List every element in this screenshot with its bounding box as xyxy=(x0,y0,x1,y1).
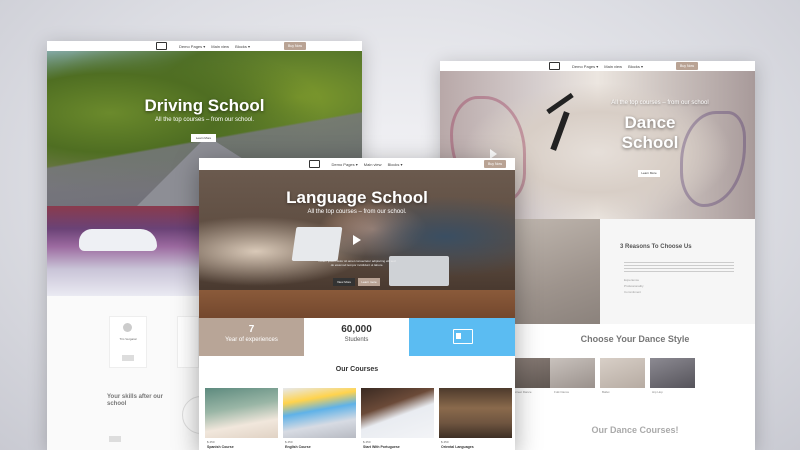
course-card-image[interactable] xyxy=(361,388,434,438)
language-subtitle: All the top courses – from our school. xyxy=(307,209,407,215)
reason-item: Commitment xyxy=(624,290,642,294)
stat-label: Students xyxy=(344,337,369,343)
nav-item-main-view[interactable]: Main view xyxy=(211,44,229,49)
instructor-card-2[interactable] xyxy=(177,316,199,368)
style-thumb[interactable] xyxy=(650,358,695,388)
style-label: Ballet xyxy=(602,390,610,394)
stat-label: Year of experiences xyxy=(225,337,278,343)
buy-now-button[interactable]: Buy Now xyxy=(484,160,507,168)
dance-courses-title: Our Dance Courses! xyxy=(591,425,679,435)
course-price: $ 450 xyxy=(285,440,293,444)
skills-title: Your skills after our school xyxy=(107,394,163,407)
instructor-name: Tim Vergaral xyxy=(119,337,137,341)
course-price: $ 450 xyxy=(363,440,371,444)
book-logo-icon xyxy=(308,160,320,168)
stat-students: 60,000 Students xyxy=(304,318,409,356)
course-name[interactable]: Oriental Languages xyxy=(441,445,474,449)
driving-learn-more-button[interactable]: Learn More xyxy=(191,134,216,142)
play-icon[interactable] xyxy=(353,235,361,245)
skills-button[interactable] xyxy=(109,436,121,442)
reasons-title: 3 Reasons To Choose Us xyxy=(620,244,692,250)
buy-now-button[interactable]: Buy Now xyxy=(284,42,307,50)
language-school-preview[interactable]: Demo Pages ▾ Main view Blocks ▾ Buy Now … xyxy=(199,158,515,450)
nav-item-main-view[interactable]: Main view xyxy=(364,162,382,167)
dance-tagline: All the top courses – from our school xyxy=(611,100,709,106)
course-name[interactable]: Spanish Course xyxy=(207,445,234,449)
id-card-icon xyxy=(453,329,473,344)
course-card-image[interactable] xyxy=(283,388,356,438)
nav-item-blocks[interactable]: Blocks ▾ xyxy=(235,44,250,49)
dance-learn-more-button[interactable]: Learn More xyxy=(638,170,660,177)
book-logo-icon xyxy=(549,62,561,70)
style-label: Folk Dance xyxy=(554,390,570,394)
style-label: Hip Hop xyxy=(652,390,663,394)
driving-subtitle: All the top courses – from our school. xyxy=(154,117,255,123)
style-label: Street Dance xyxy=(514,390,532,394)
view-more-button[interactable]: View More xyxy=(333,278,355,286)
reason-item: Professionality xyxy=(624,284,644,288)
laptop-shape xyxy=(389,256,449,286)
car-shape xyxy=(79,229,157,251)
dancer-silhouette xyxy=(545,92,575,171)
language-title: Language School xyxy=(286,188,428,207)
course-price: $ 450 xyxy=(207,440,215,444)
reasons-section: 3 Reasons To Choose Us Experience Profes… xyxy=(600,219,755,324)
reason-item: Experience xyxy=(624,278,640,282)
nav-item-demo-pages[interactable]: Demo Pages ▾ xyxy=(332,162,358,167)
stat-number: 7 xyxy=(248,324,255,335)
style-thumb[interactable] xyxy=(550,358,595,388)
driving-title: Driving School xyxy=(144,96,265,115)
nav-item-demo-pages[interactable]: Demo Pages ▾ xyxy=(572,64,598,69)
learn-more-button[interactable]: Learn more xyxy=(358,278,380,286)
course-card-image[interactable] xyxy=(439,388,512,438)
language-description: Lorem ipsum dolor sit amet consectetur a… xyxy=(318,259,396,267)
nav-item-demo-pages[interactable]: Demo Pages ▾ xyxy=(179,44,205,49)
stat-certificate xyxy=(409,318,515,356)
courses-title: Our Courses xyxy=(335,366,379,373)
instructor-button[interactable] xyxy=(122,355,134,361)
nav-item-main-view[interactable]: Main view xyxy=(604,64,622,69)
style-thumb[interactable] xyxy=(510,358,555,388)
language-navbar: Demo Pages ▾ Main view Blocks ▾ Buy Now xyxy=(199,158,515,170)
stat-number: 60,000 xyxy=(341,324,372,335)
dance-navbar: Demo Pages ▾ Main view Blocks ▾ Buy Now xyxy=(440,61,755,71)
book-logo-icon xyxy=(156,42,168,50)
stat-experience: 7 Year of experiences xyxy=(199,318,304,356)
course-price: $ 450 xyxy=(441,440,449,444)
instructor-card[interactable]: Tim Vergaral xyxy=(109,316,147,368)
dance-style-title: Choose Your Dance Style xyxy=(580,334,690,344)
driving-navbar: Demo Pages ▾ Main view Blocks ▾ Buy Now xyxy=(47,41,362,51)
buy-now-button[interactable]: Buy Now xyxy=(676,62,699,70)
style-thumb[interactable] xyxy=(600,358,645,388)
nav-item-blocks[interactable]: Blocks ▾ xyxy=(388,162,403,167)
laptop-shape xyxy=(291,227,343,261)
dance-title: Dance School xyxy=(621,113,679,152)
reasons-paragraph xyxy=(624,262,734,272)
dance-side-image xyxy=(515,219,600,324)
course-name[interactable]: Start With Portuguese xyxy=(363,445,400,449)
course-name[interactable]: English Course xyxy=(285,445,311,449)
course-card-image[interactable] xyxy=(205,388,278,438)
avatar xyxy=(123,323,132,332)
nav-item-blocks[interactable]: Blocks ▾ xyxy=(628,64,643,69)
